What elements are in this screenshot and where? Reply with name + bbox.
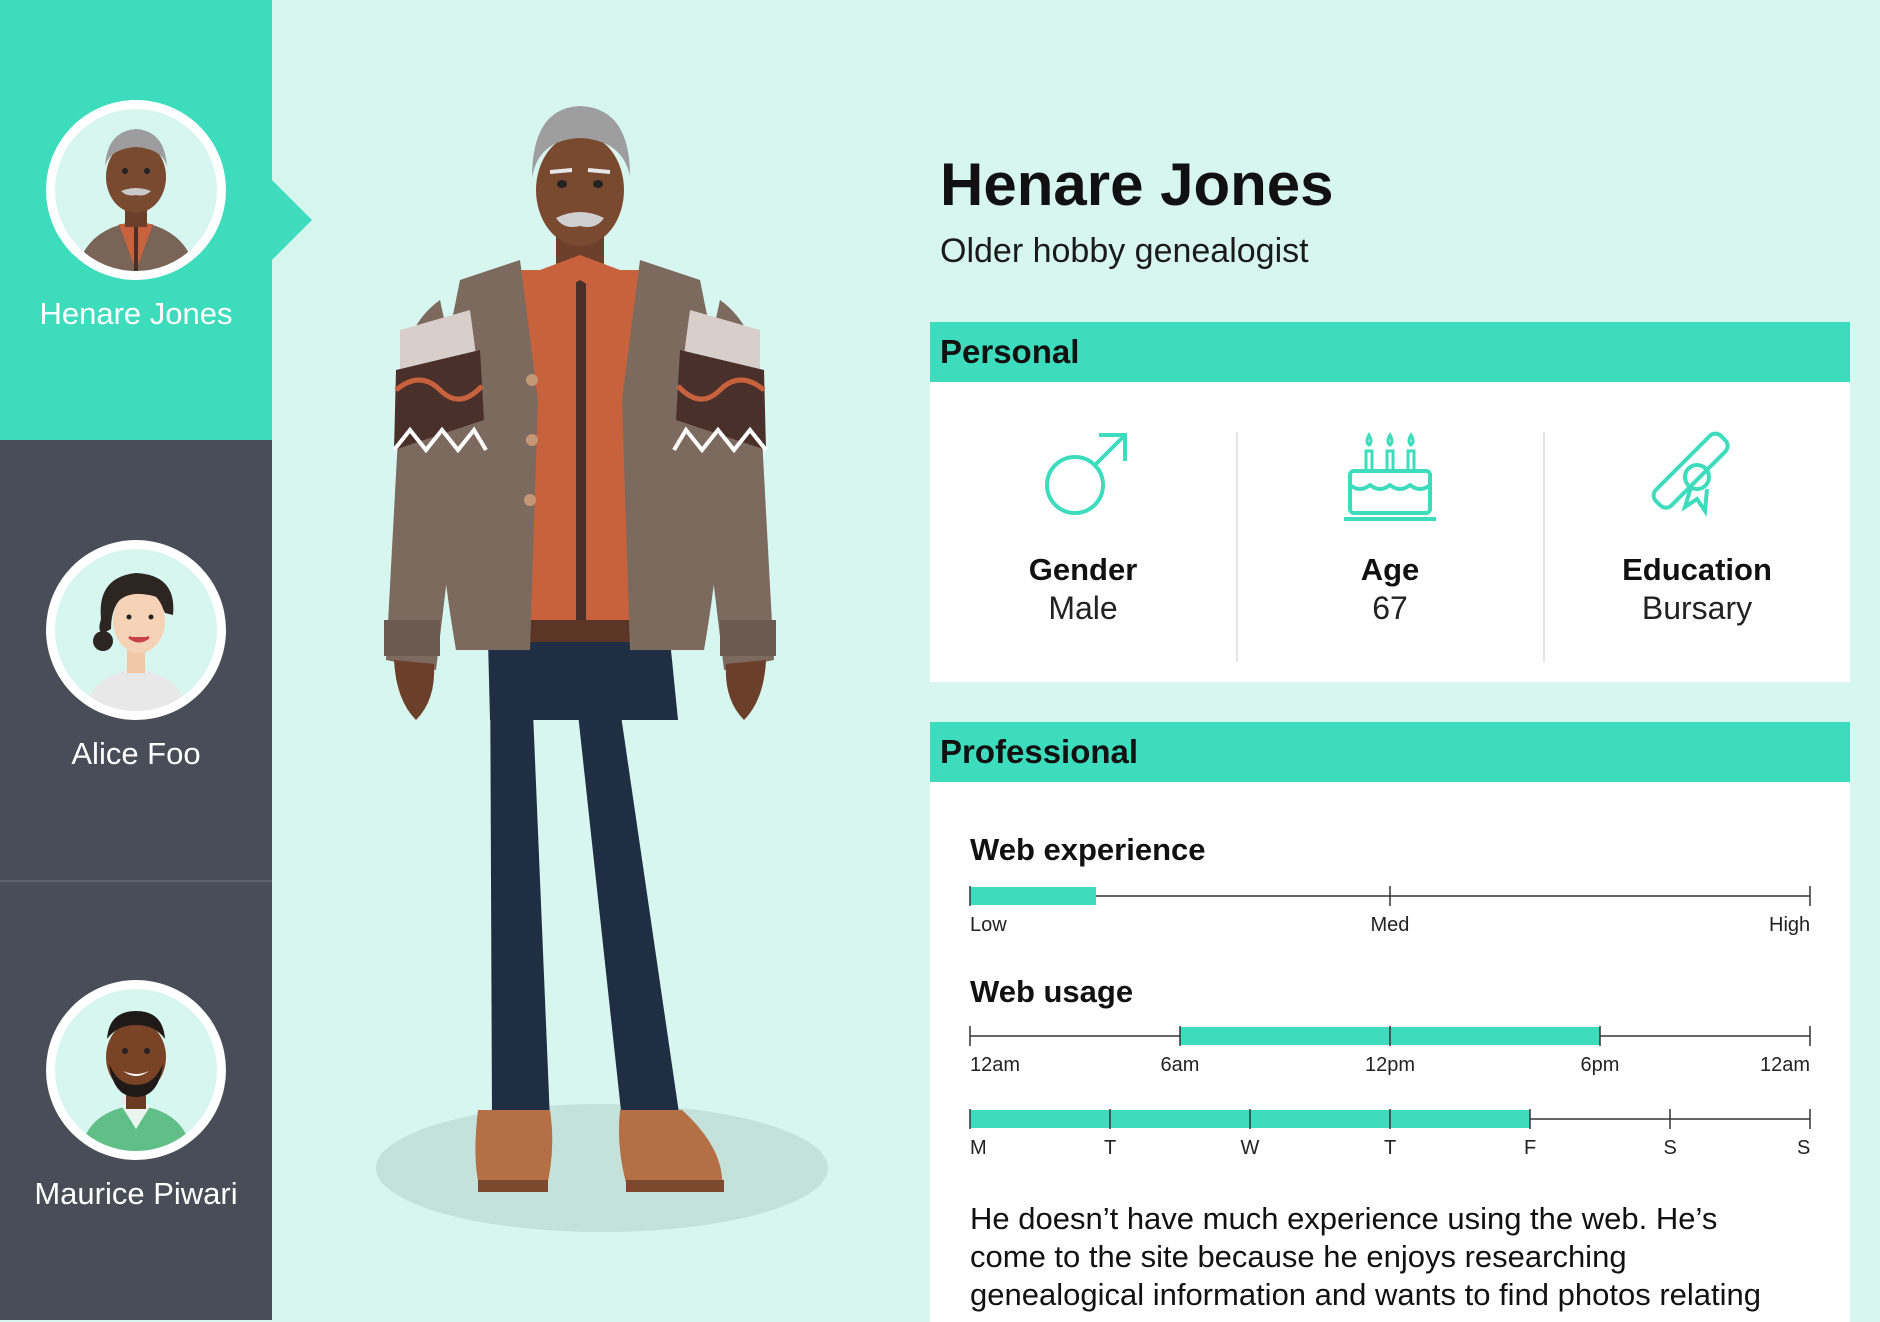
web-experience-scale [969, 882, 1811, 912]
persona-name: Alice Foo [71, 736, 201, 771]
web-usage-day-bar [969, 1109, 1811, 1129]
persona-tab-alice-foo[interactable]: Alice Foo [0, 440, 272, 880]
avatar [46, 100, 226, 280]
male-icon [1045, 433, 1127, 515]
henare-avatar-icon [77, 129, 195, 271]
gender-stat: Gender Male [930, 382, 1236, 682]
education-stat: Education Bursary [1544, 382, 1850, 682]
persona-bio: He doesn’t have much experience using th… [970, 1201, 1762, 1312]
personal-heading: Personal [930, 322, 1850, 382]
gender-value: Male [1048, 590, 1118, 626]
web-usage-day-scale [969, 1105, 1811, 1135]
gender-label: Gender [1028, 552, 1138, 587]
education-value: Bursary [1641, 590, 1753, 626]
scale-fill [970, 887, 1096, 905]
day-tick-label: T [1104, 1137, 1117, 1159]
time-tick-label: 12am [1760, 1054, 1811, 1076]
persona-name: Maurice Piwari [34, 1176, 238, 1211]
time-tick-label: 12pm [1365, 1054, 1416, 1076]
day-tick-label: M [970, 1137, 987, 1159]
active-tab-pointer [272, 180, 312, 260]
experience-tick-label: Low [970, 914, 1007, 936]
avatar [46, 980, 226, 1160]
day-tick-label: S [1663, 1137, 1677, 1159]
avatar [46, 540, 226, 720]
experience-tick-label: Med [1370, 914, 1410, 936]
persona-title: Henare Jones [940, 151, 1334, 218]
age-value: 67 [1372, 590, 1408, 626]
persona-subtitle: Older hobby genealogist [940, 232, 1309, 270]
time-tick-label: 6am [1160, 1054, 1200, 1076]
web-usage-title: Web usage [970, 974, 1134, 1009]
persona-tab-henare-jones[interactable]: Henare Jones [0, 0, 272, 440]
persona-sidebar: Henare Jones Alice Foo Maurice Piwari [0, 0, 272, 1320]
persona-name: Henare Jones [39, 296, 233, 331]
henare-full-body-illustration [376, 106, 828, 1232]
professional-card: Professional Web experience Low Med High W… [930, 722, 1850, 1322]
web-usage-time-bar [969, 1026, 1811, 1046]
time-tick-label: 12am [970, 1054, 1021, 1076]
age-stat: Age 67 [1237, 382, 1543, 682]
day-tick-label: W [1240, 1137, 1260, 1159]
alice-avatar-icon [85, 573, 187, 711]
web-experience-title: Web experience [970, 832, 1206, 867]
web-experience-bar [969, 886, 1811, 906]
experience-tick-label: High [1769, 914, 1811, 936]
day-tick-label: S [1797, 1137, 1811, 1159]
birthday-cake-icon [1344, 431, 1436, 521]
web-usage-time-scale [969, 1022, 1811, 1052]
persona-illustration [360, 80, 860, 1240]
time-tick-label: 6pm [1580, 1054, 1620, 1076]
persona-tab-maurice-piwari[interactable]: Maurice Piwari [0, 880, 272, 1320]
day-tick-label: T [1384, 1137, 1397, 1159]
professional-heading: Professional [930, 722, 1850, 782]
education-label: Education [1622, 552, 1772, 587]
age-label: Age [1360, 552, 1420, 587]
maurice-avatar-icon [81, 1011, 191, 1151]
personal-card: Personal Gender Male Age 67 Education Bu… [930, 322, 1850, 682]
diploma-icon [1651, 431, 1730, 517]
day-tick-label: F [1524, 1137, 1537, 1159]
